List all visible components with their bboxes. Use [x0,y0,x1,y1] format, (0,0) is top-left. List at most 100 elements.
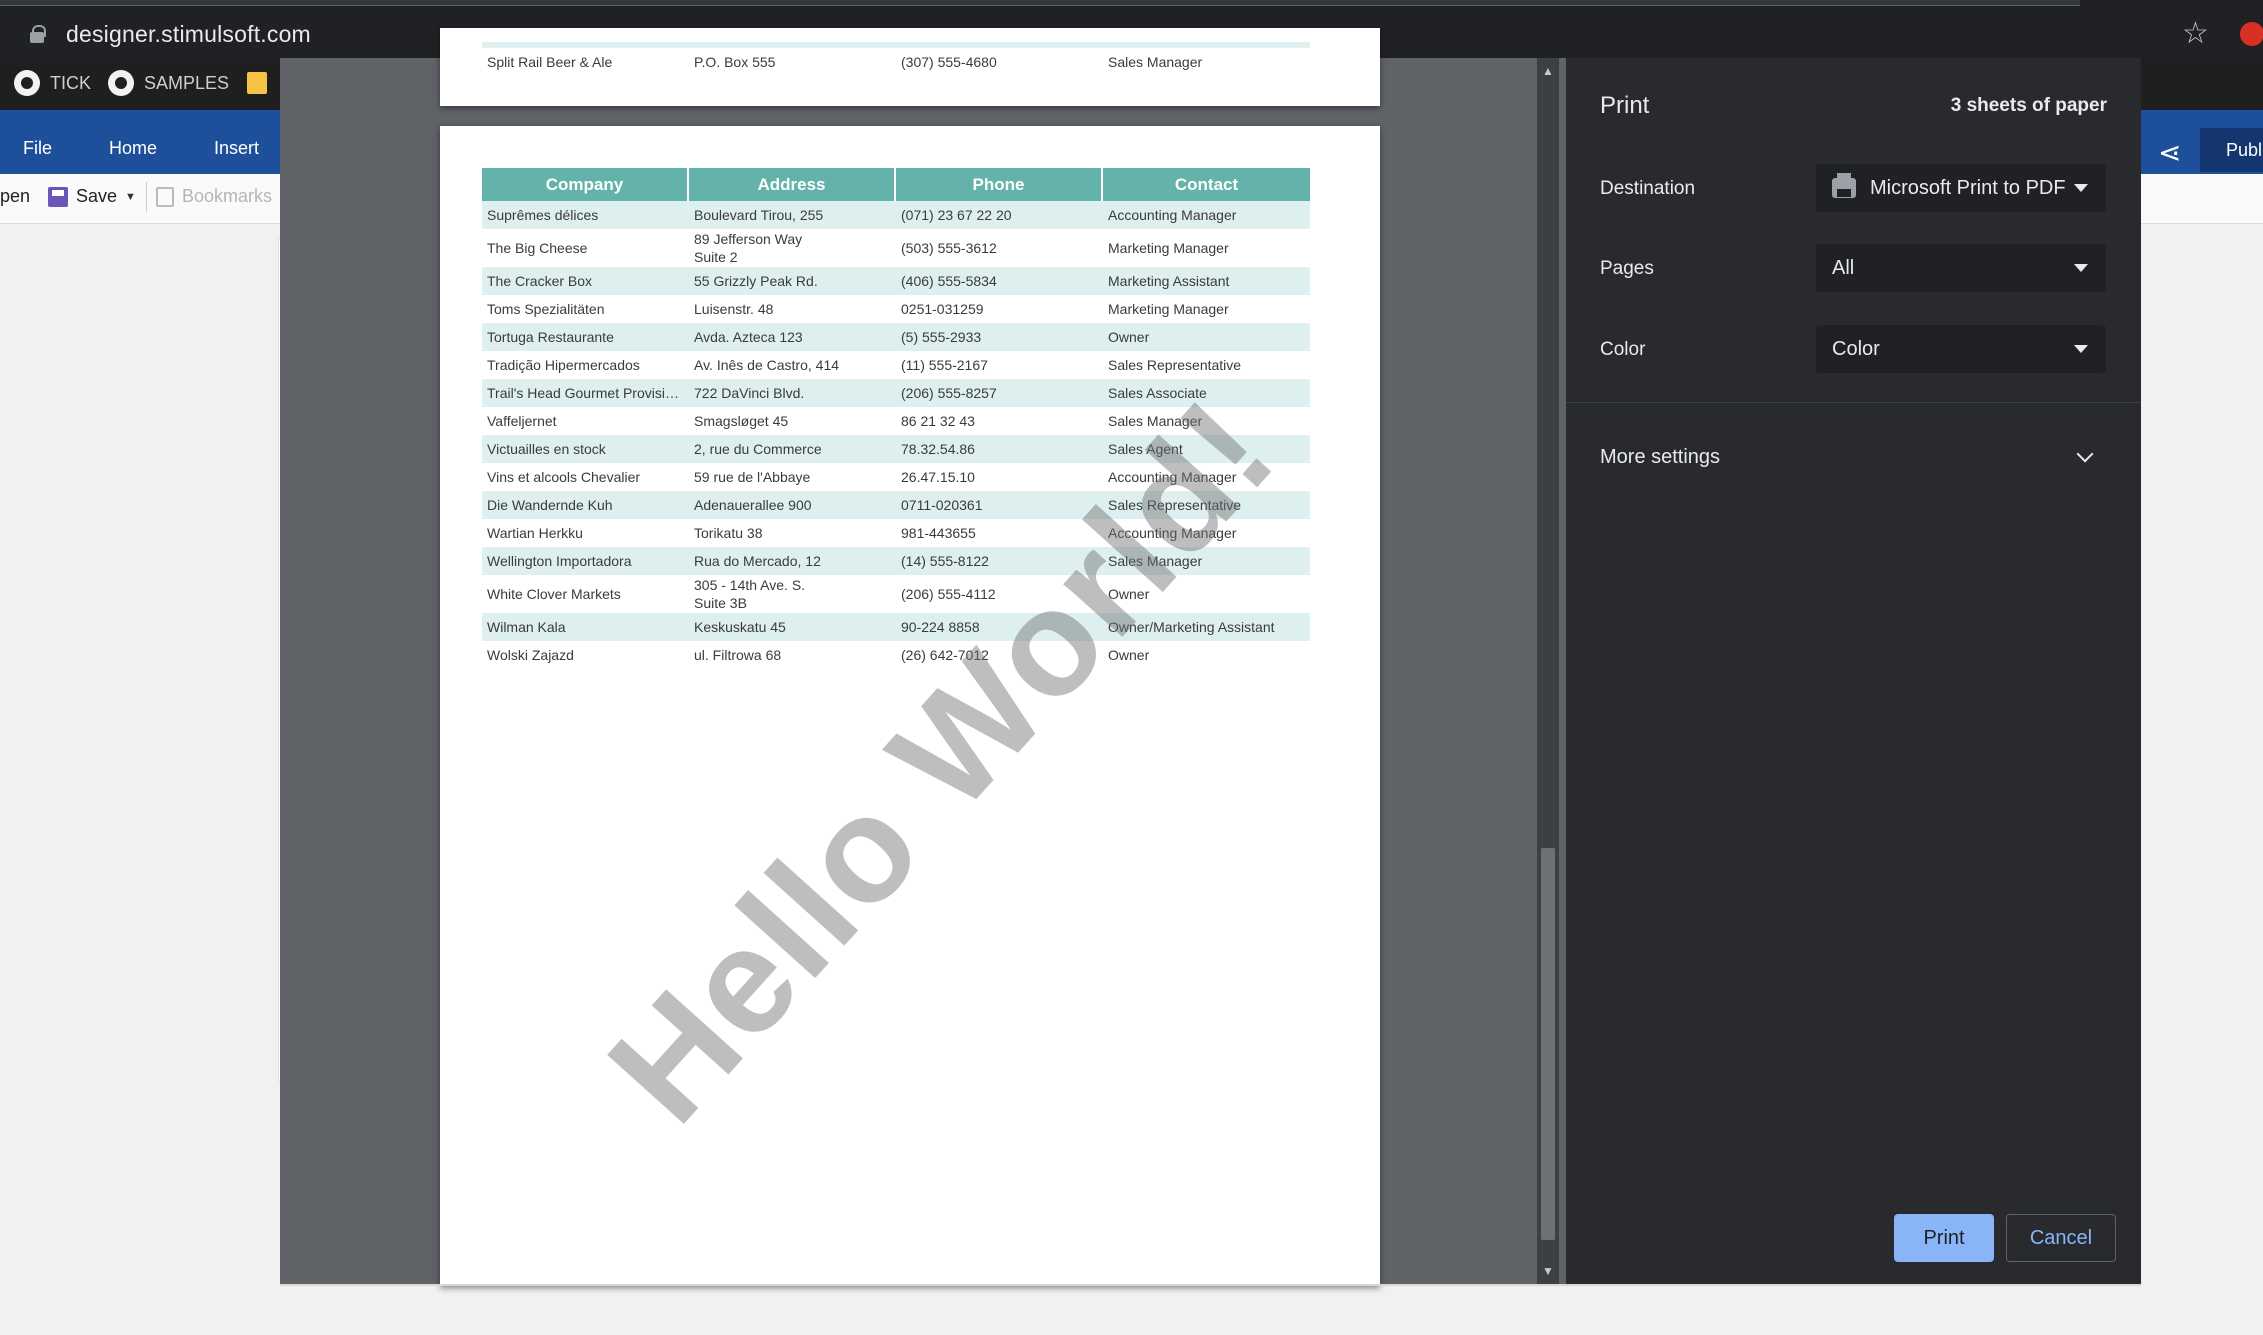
cell-address: Adenauerallee 900 [689,491,896,519]
cell-contact: Sales Representative [1108,357,1242,373]
cell-company: Tortuga Restaurante [482,323,689,351]
toolbar-divider [146,182,147,212]
cell-company: Die Wandernde Kuh [482,491,689,519]
table-row: Toms Spezialitäten Luisenstr. 48 0251-0312… [482,295,1310,323]
table-header-row: Company Address Phone Contact [482,168,1310,201]
cell-address: 2, rue du Commerce [689,435,896,463]
lock-icon[interactable] [30,25,46,43]
settings-divider [1566,402,2141,403]
folder-icon[interactable] [247,72,267,94]
cell-company: Vins et alcools Chevalier [487,469,641,485]
cell-company: White Clover Markets [487,586,621,602]
cell-company: The Cracker Box [482,267,689,295]
star-icon[interactable]: ☆ [2182,16,2209,52]
address-line-1: 89 Jefferson Way [694,231,803,247]
cell-company: Vaffeljernet [487,413,557,429]
cell-company: Trail's Head Gourmet Provisio... [482,379,689,407]
header-company: Company [482,168,689,201]
header-address: Address [689,168,896,201]
chevron-down-icon[interactable] [2076,445,2094,463]
address-line-2: Suite 3B [694,595,747,611]
cell-contact: Sales Manager [1108,54,1203,70]
save-button[interactable]: Save ▼ [48,186,136,207]
scroll-down-icon[interactable]: ▼ [1542,1264,1554,1278]
cell-contact: Accounting Manager [1103,201,1310,229]
cell-company: Victuailles en stock [482,435,689,463]
cell-phone: (071) 23 67 22 20 [896,201,1103,229]
cell-address: P.O. Box 555 [694,54,776,70]
destination-label: Destination [1600,178,1696,199]
save-label: Save [76,186,118,206]
address-line-1: 305 - 14th Ave. S. [694,577,806,593]
share-icon[interactable]: ⋖ [2158,136,2181,169]
tab-file[interactable]: File [23,138,52,159]
more-settings-toggle[interactable]: More settings [1600,446,1720,469]
cell-address: Keskuskatu 45 [689,613,896,641]
cell-address: 722 DaVinci Blvd. [689,379,896,407]
destination-value: Microsoft Print to PDF [1870,176,2066,199]
tab-home[interactable]: Home [109,138,157,159]
open-button[interactable]: pen [0,186,30,207]
table-row: The Big Cheese 89 Jefferson Way Suite 2 (50… [482,229,1310,267]
cell-address: Boulevard Tirou, 255 [689,201,896,229]
bookmark-tick[interactable]: TICK [14,70,91,96]
cell-company: Split Rail Beer & Ale [487,54,613,70]
github-icon [14,70,40,96]
cell-address: Rua do Mercado, 12 [689,547,896,575]
chevron-down-icon [2074,345,2088,353]
color-select[interactable]: Color [1816,325,2106,373]
print-button[interactable]: Print [1894,1214,1994,1262]
github-icon [108,70,134,96]
color-label: Color [1600,339,1646,360]
cell-phone: (11) 555-2167 [901,357,988,373]
scroll-thumb[interactable] [1541,848,1555,1240]
bookmarks-icon [156,186,174,207]
url-text[interactable]: designer.stimulsoft.com [66,21,311,48]
pages-label: Pages [1600,258,1654,279]
pages-select[interactable]: All [1816,244,2106,292]
destination-select[interactable]: Microsoft Print to PDF [1816,164,2106,212]
table-row: The Cracker Box 55 Grizzly Peak Rd. (406) … [482,267,1310,295]
cell-address: Smagsløget 45 [694,413,789,429]
cell-phone: (503) 555-3612 [901,240,997,256]
preview-scrollbar[interactable]: ▲ ▼ [1537,58,1559,1284]
address-line-2: Suite 2 [694,249,738,265]
preview-page-previous: Split Rail Beer & Ale P.O. Box 555 (307)… [440,28,1380,106]
bookmark-label: SAMPLES [144,72,230,93]
cell-phone: 86 21 32 43 [901,413,975,429]
cell-contact: Marketing Manager [1108,240,1229,256]
cell-address: 305 - 14th Ave. S. Suite 3B [689,575,896,613]
open-label: pen [0,186,31,206]
print-title: Print [1600,92,1650,119]
publish-button[interactable]: Publi [2200,128,2263,172]
cell-address: Luisenstr. 48 [694,301,774,317]
tab-insert[interactable]: Insert [214,138,259,159]
table-row: Suprêmes délices Boulevard Tirou, 255 (071… [482,201,1310,229]
bookmarks-button[interactable]: Bookmarks [156,186,272,207]
cell-company: Wellington Importadora [482,547,689,575]
cell-contact: Marketing Manager [1108,301,1229,317]
cell-address: Avda. Azteca 123 [689,323,896,351]
cell-company: Wartian Herkku [487,525,583,541]
cancel-button[interactable]: Cancel [2006,1214,2116,1262]
scroll-up-icon[interactable]: ▲ [1542,64,1554,78]
tab-strip [0,0,2080,6]
cell-contact: Owner [1103,323,1310,351]
chevron-down-icon[interactable]: ▼ [125,191,136,203]
table-row: Split Rail Beer & Ale P.O. Box 555 (307)… [482,42,1310,76]
cell-contact: Marketing Assistant [1103,267,1310,295]
color-value: Color [1832,337,1880,360]
extension-icon[interactable] [2240,22,2263,46]
bookmark-samples[interactable]: SAMPLES [108,70,229,96]
address-bar[interactable]: designer.stimulsoft.com [30,16,311,52]
cell-phone: (206) 555-8257 [896,379,1103,407]
cell-company: The Big Cheese [487,240,588,256]
print-preview[interactable]: Split Rail Beer & Ale P.O. Box 555 (307)… [280,28,1566,1286]
dialog-bottom-edge [280,1284,2141,1286]
table-row: Wolski Zajazd ul. Filtrowa 68 (26) 642-701… [482,641,1310,669]
table-row: Tortuga Restaurante Avda. Azteca 123 (5) 5… [482,323,1310,351]
cell-address: Av. Inês de Castro, 414 [694,357,840,373]
cell-address: 59 rue de l'Abbaye [694,469,811,485]
chevron-down-icon [2074,264,2088,272]
cell-company: Wilman Kala [482,613,689,641]
